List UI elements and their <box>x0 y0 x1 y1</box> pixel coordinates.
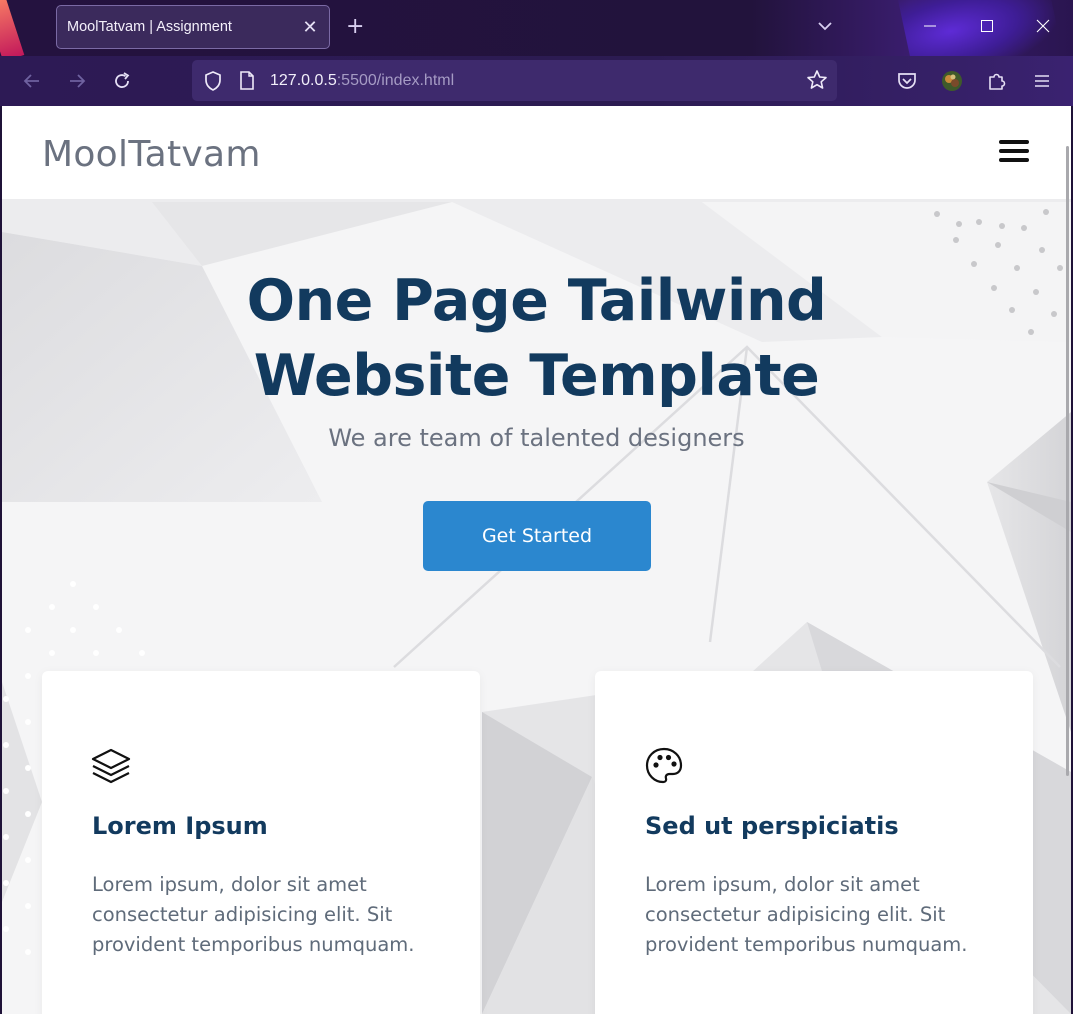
account-avatar-icon[interactable] <box>940 69 964 93</box>
pocket-icon[interactable] <box>895 69 919 93</box>
palette-icon <box>643 745 685 787</box>
tab-title: MoolTatvam | Assignment <box>67 19 232 35</box>
hero-heading: One Page Tailwind Website Template <box>2 264 1071 414</box>
close-window-icon[interactable] <box>1031 14 1055 38</box>
hero-heading-line-2: Website Template <box>253 343 820 409</box>
browser-tab-active[interactable]: MoolTatvam | Assignment ✕ <box>56 5 330 49</box>
hero-subtitle: We are team of talented designers <box>328 424 745 452</box>
url-text[interactable]: 127.0.0.5:5500/index.html <box>270 72 454 90</box>
feature-card-text: Lorem ipsum, dolor sit amet consectetur … <box>92 873 415 956</box>
url-host: 127.0.0.5 <box>270 72 337 89</box>
shield-icon[interactable] <box>203 70 223 96</box>
layers-icon <box>90 745 132 787</box>
hero-heading-line-1: One Page Tailwind <box>246 268 827 334</box>
feature-card: Sed ut perspiciatis Lorem ipsum, dolor s… <box>595 671 1033 1014</box>
feature-card-title: Sed ut perspiciatis <box>645 812 899 840</box>
browser-toolbar: 127.0.0.5:5500/index.html <box>0 56 1073 106</box>
address-bar[interactable]: 127.0.0.5:5500/index.html <box>192 60 837 101</box>
hero-section: One Page Tailwind Website Template We ar… <box>2 202 1071 1014</box>
feature-card-title: Lorem Ipsum <box>92 812 268 840</box>
close-tab-icon[interactable]: ✕ <box>301 17 319 38</box>
forward-arrow-icon[interactable] <box>65 69 89 93</box>
theme-accent <box>0 0 25 56</box>
minimize-window-icon[interactable] <box>918 14 942 38</box>
get-started-button[interactable]: Get Started <box>423 501 651 571</box>
site-logo[interactable]: MoolTatvam <box>42 134 261 175</box>
site-header: MoolTatvam <box>2 106 1071 202</box>
app-menu-icon[interactable] <box>1030 69 1054 93</box>
browser-tab-bar: MoolTatvam | Assignment ✕ + <box>0 0 1073 56</box>
page-viewport: MoolTatvam One Page Tailwind Website Tem… <box>2 106 1071 1014</box>
page-icon <box>238 70 256 96</box>
bookmark-star-icon[interactable] <box>806 69 828 95</box>
chevron-down-icon[interactable] <box>815 16 835 36</box>
url-path: :5500/index.html <box>336 72 455 89</box>
hamburger-menu-icon[interactable] <box>999 140 1029 162</box>
feature-card-text: Lorem ipsum, dolor sit amet consectetur … <box>645 873 968 956</box>
maximize-window-icon[interactable] <box>975 14 999 38</box>
new-tab-icon[interactable]: + <box>346 14 364 39</box>
back-arrow-icon[interactable] <box>20 69 44 93</box>
feature-card: Lorem Ipsum Lorem ipsum, dolor sit amet … <box>42 671 480 1014</box>
reload-icon[interactable] <box>110 69 134 93</box>
page-scrollbar[interactable] <box>1066 146 1069 776</box>
extensions-puzzle-icon[interactable] <box>985 69 1009 93</box>
